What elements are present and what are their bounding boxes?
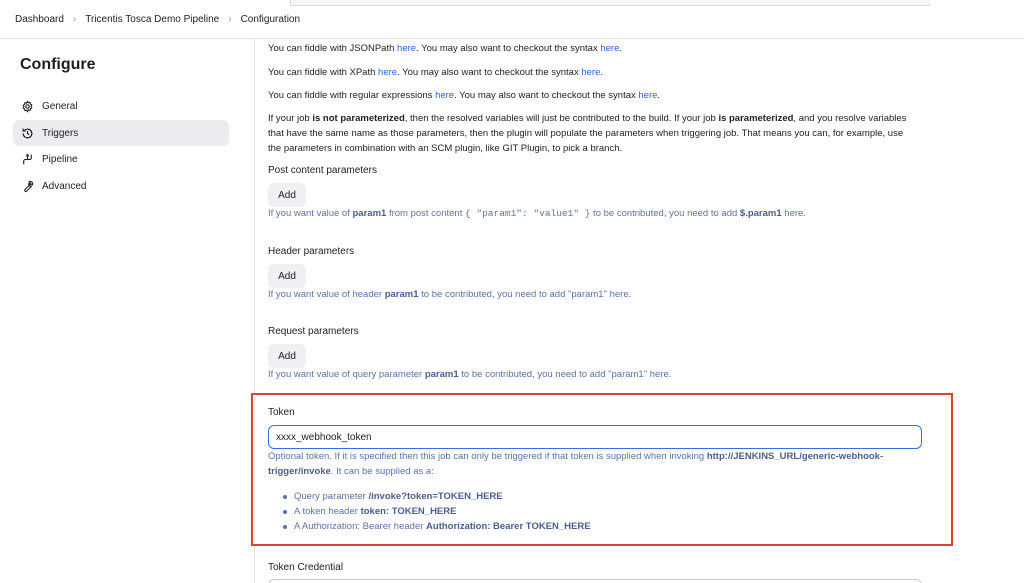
bullet-text: Query parameter	[294, 491, 366, 502]
hint-text: .	[619, 43, 623, 54]
request-params-label: Request parameters	[268, 326, 359, 337]
note-text: If your job	[268, 113, 313, 124]
breadcrumb: Dashboard › Tricentis Tosca Demo Pipelin…	[15, 14, 300, 25]
help-text: here.	[781, 208, 806, 219]
bullet-dot	[283, 509, 287, 514]
bullet-bold: Authorization: Bearer TOKEN_HERE	[426, 521, 591, 532]
regex-syntax-link[interactable]: here	[638, 90, 657, 101]
breadcrumb-dashboard[interactable]: Dashboard	[15, 14, 64, 25]
help-bold: param1	[384, 289, 419, 300]
xpath-hint: You can fiddle with XPath here. You may …	[268, 65, 928, 80]
help-bold: param1	[352, 208, 387, 219]
hint-text: .	[657, 90, 661, 101]
breadcrumb-configuration[interactable]: Configuration	[241, 14, 300, 25]
sidebar-item-general[interactable]: General	[13, 93, 229, 119]
chevron-right-icon: ›	[72, 14, 77, 25]
bullet-dot	[283, 524, 287, 529]
token-input[interactable]	[268, 425, 922, 449]
list-item: A token header token: TOKEN_HERE	[283, 504, 591, 519]
bullet-bold: token: TOKEN_HERE	[360, 506, 457, 517]
hint-text: . You may also want to checkout the synt…	[454, 90, 639, 101]
page-title: Configure	[20, 56, 96, 73]
hint-text: . You may also want to checkout the synt…	[416, 43, 601, 54]
sidebar-item-label: Advanced	[42, 180, 87, 192]
wrench-icon	[20, 179, 34, 193]
help-text: to be contributed, you need to add	[590, 208, 740, 219]
pipeline-icon	[20, 152, 34, 166]
help-text: to be contributed, you need to add "para…	[458, 369, 672, 380]
token-credential-label: Token Credential	[268, 562, 344, 573]
jsonpath-hint: You can fiddle with JSONPath here. You m…	[268, 41, 928, 56]
token-credential-select[interactable]	[268, 579, 922, 583]
bullet-text: A Authorization: Bearer header	[294, 521, 424, 532]
token-bullet-list: Query parameter /invoke?token=TOKEN_HERE…	[283, 489, 591, 534]
regex-hint: You can fiddle with regular expressions …	[268, 88, 928, 103]
post-content-help: If you want value of param1 from post co…	[268, 206, 928, 221]
sidebar-item-pipeline[interactable]: Pipeline	[13, 146, 229, 172]
help-text: from post content	[386, 208, 465, 219]
sidebar: Configure General Triggers Pipeline Adva…	[0, 39, 240, 583]
xpath-syntax-link[interactable]: here	[581, 67, 600, 78]
hint-text: You can fiddle with XPath	[268, 67, 379, 78]
help-text: If you want value of	[268, 208, 353, 219]
jsonpath-fiddle-link[interactable]: here	[397, 43, 416, 54]
bullet-bold: /invoke?token=TOKEN_HERE	[368, 491, 503, 502]
post-content-add-button[interactable]: Add	[268, 183, 306, 207]
hint-text: You can fiddle with regular expressions	[268, 90, 436, 101]
request-params-add-button[interactable]: Add	[268, 344, 306, 368]
list-item: Query parameter /invoke?token=TOKEN_HERE	[283, 489, 591, 504]
request-params-help: If you want value of query parameter par…	[268, 367, 928, 382]
post-content-label: Post content parameters	[268, 165, 377, 176]
help-text: If you want value of header	[268, 289, 385, 300]
note-text: , then the resolved variables will just …	[404, 113, 719, 124]
sidebar-item-advanced[interactable]: Advanced	[13, 173, 229, 199]
chevron-right-icon: ›	[228, 14, 232, 25]
list-item: A Authorization: Bearer header Authoriza…	[283, 519, 591, 534]
top-search-strip	[290, 0, 930, 6]
header-params-help: If you want value of header param1 to be…	[268, 287, 928, 302]
hint-text: You can fiddle with JSONPath	[268, 43, 398, 54]
note-bold: is not parameterized	[312, 113, 405, 124]
note-bold: is parameterized	[718, 113, 794, 124]
hint-text: .	[600, 67, 604, 78]
clock-icon	[20, 126, 34, 140]
top-bar: Dashboard › Tricentis Tosca Demo Pipelin…	[0, 0, 1024, 39]
help-text: to be contributed, you need to add "para…	[418, 289, 632, 300]
sidebar-item-triggers[interactable]: Triggers	[13, 120, 229, 146]
help-bold: $.param1	[739, 208, 782, 219]
hint-text: . You may also want to checkout the synt…	[397, 67, 582, 78]
help-text: If you want value of query parameter	[268, 369, 425, 380]
header-params-add-button[interactable]: Add	[268, 264, 306, 288]
sidebar-item-label: Triggers	[42, 127, 79, 139]
xpath-fiddle-link[interactable]: here	[378, 67, 397, 78]
sidebar-item-label: Pipeline	[42, 153, 78, 165]
gear-icon	[20, 99, 34, 113]
help-bold: param1	[424, 369, 459, 380]
sidebar-item-label: General	[42, 100, 78, 112]
bullet-text: A token header	[294, 506, 358, 517]
breadcrumb-pipeline[interactable]: Tricentis Tosca Demo Pipeline	[85, 14, 219, 25]
regex-fiddle-link[interactable]: here	[435, 90, 454, 101]
header-params-label: Header parameters	[268, 246, 355, 257]
help-code: { "param1": "value1" }	[465, 208, 591, 219]
jsonpath-syntax-link[interactable]: here	[600, 43, 619, 54]
parameterized-note: If your job is not parameterized, then t…	[268, 111, 908, 156]
bullet-dot	[283, 494, 287, 499]
